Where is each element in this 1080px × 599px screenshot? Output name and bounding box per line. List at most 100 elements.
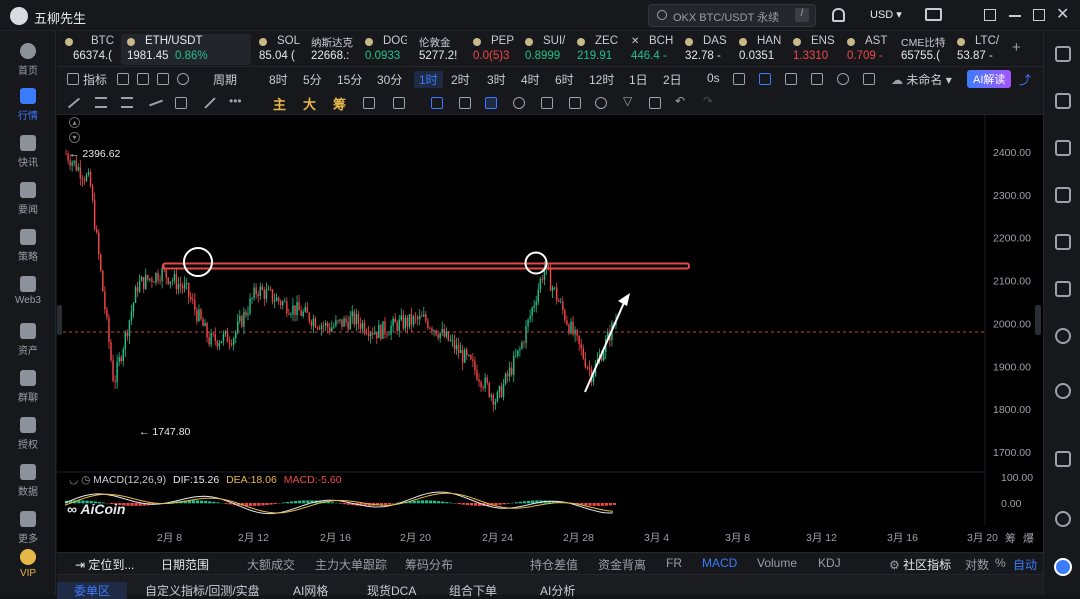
lock-icon[interactable] [541, 97, 553, 109]
hexagon-icon[interactable] [1055, 328, 1071, 344]
crop-tool-icon[interactable] [431, 97, 443, 109]
percent-scale-button[interactable]: % [995, 556, 1006, 570]
collapse-icon[interactable]: ▴ [69, 117, 80, 128]
pen-icon[interactable] [759, 73, 771, 85]
bell-icon[interactable] [832, 8, 845, 22]
chart-list-icon[interactable] [1055, 451, 1071, 467]
trash-icon[interactable] [649, 97, 661, 109]
grid-icon[interactable] [67, 73, 79, 85]
goto-button[interactable]: ⇥ 定位到... [75, 556, 134, 573]
interval-5m[interactable]: 5分 [303, 71, 322, 88]
headset-icon[interactable] [1055, 511, 1071, 527]
liq-corner-label[interactable]: 爆 [1023, 530, 1034, 546]
share-icon[interactable]: ⤴ [1019, 71, 1031, 88]
layout-icon[interactable] [157, 73, 169, 85]
close-icon[interactable]: ✕ [1056, 4, 1069, 24]
macd-toggle-icon[interactable]: ◡ ◷ [69, 474, 93, 486]
ticker-han[interactable]: HAN0.0351 [735, 34, 781, 65]
nav-vip[interactable]: VIP [0, 549, 56, 579]
multiline-tool-icon[interactable] [121, 97, 133, 108]
tab-ai-grid[interactable]: AI网格 [293, 582, 328, 599]
link-icon[interactable] [595, 97, 607, 109]
nav-web3[interactable]: Web3 [0, 276, 56, 306]
large-trades-button[interactable]: 大额成交 [247, 556, 295, 573]
currency-select[interactable]: USD ▾ [870, 8, 902, 21]
price-chart[interactable]: 2400.002300.002200.002100.002000.001900.… [57, 115, 1043, 552]
ticker-pepe[interactable]: PEP0.0(5)3 [469, 34, 515, 65]
ticker-gold[interactable]: 伦敦金5277.2! [415, 34, 461, 65]
bar-chart-icon[interactable] [117, 73, 129, 85]
close-small-icon[interactable]: ✕ [631, 36, 639, 47]
search-input[interactable]: OKX BTC/USDT 永续 / [648, 4, 816, 27]
fund-divergence-button[interactable]: 资金背离 [598, 556, 646, 573]
interval-3h[interactable]: 3时 [487, 71, 506, 88]
tab-ai-analysis[interactable]: AI分析 [540, 582, 575, 599]
interval-15m[interactable]: 15分 [337, 71, 362, 88]
period-select[interactable]: 周期 [213, 71, 237, 88]
eye-icon[interactable] [513, 97, 525, 109]
interval-6h[interactable]: 6时 [555, 71, 574, 88]
settings-icon[interactable] [837, 73, 849, 85]
minimize-icon[interactable] [1009, 15, 1021, 17]
chart-area[interactable]: 2400.002300.002200.002100.002000.001900.… [57, 115, 1043, 552]
rect-tool-icon[interactable] [175, 97, 187, 109]
interval-2d[interactable]: 2日 [663, 71, 682, 88]
more-tools-icon[interactable]: ••• [229, 94, 242, 108]
main-force-tracking-button[interactable]: 主力大单跟踪 [315, 556, 387, 573]
apps-icon[interactable] [1055, 46, 1071, 62]
tab-combo-order[interactable]: 组合下单 [449, 582, 497, 599]
ticker-ast[interactable]: AST0.709 - [843, 34, 889, 65]
ai-interpret-button[interactable]: AI解读 [967, 70, 1011, 88]
fullscreen-icon[interactable] [863, 73, 875, 85]
indicator-button[interactable]: 指标 [83, 71, 107, 88]
tab-spot-dca[interactable]: 现货DCA [367, 582, 416, 599]
left-handle[interactable] [57, 305, 62, 335]
tab-orders[interactable]: 委单区 [57, 582, 127, 599]
big-order-button[interactable]: 大 [303, 94, 316, 113]
auto-scale-button[interactable]: 自动 [1013, 556, 1037, 573]
add-ticker-icon[interactable]: + [1012, 39, 1021, 56]
clock-icon[interactable] [177, 73, 189, 85]
main-force-button[interactable]: 主 [273, 94, 286, 113]
nav-more[interactable]: 更多 [0, 511, 56, 545]
transfer-icon[interactable] [1055, 140, 1071, 156]
position-diff-button[interactable]: 持仓差值 [530, 556, 578, 573]
ticker-zec[interactable]: ZEC219.91 [573, 34, 621, 65]
macd-button[interactable]: MACD [702, 556, 737, 570]
community-indicator-button[interactable]: ⚙ 社区指标 [889, 556, 951, 573]
nav-assets[interactable]: 资产 [0, 323, 56, 357]
flag-icon[interactable] [1055, 281, 1071, 297]
ticker-cme[interactable]: CME比特65755.( [897, 34, 949, 65]
exchange-icon[interactable] [1055, 383, 1071, 399]
interval-12h[interactable]: 12时 [589, 71, 614, 88]
line-tool-icon[interactable] [68, 98, 80, 109]
interval-1d[interactable]: 1日 [629, 71, 648, 88]
nav-market[interactable]: 行情 [0, 88, 56, 122]
chip-distribution-button[interactable]: 筹码分布 [405, 556, 453, 573]
filter-icon[interactable]: ▽ [623, 94, 632, 108]
window-restore-icon[interactable] [984, 9, 996, 21]
camera-icon[interactable] [733, 73, 745, 85]
nav-chat[interactable]: 群聊 [0, 370, 56, 404]
tab-custom-indicator[interactable]: 自定义指标/回测/实盘 [145, 582, 260, 599]
redo-icon[interactable]: ↷ [703, 94, 713, 108]
bookmark-icon[interactable] [1055, 234, 1071, 250]
hide-icon[interactable] [569, 97, 581, 109]
calendar-icon[interactable] [1055, 187, 1071, 203]
nav-data[interactable]: 数据 [0, 464, 56, 498]
ruler-icon[interactable] [393, 97, 405, 109]
mail-icon[interactable] [925, 8, 942, 21]
nav-home[interactable]: 首页 [0, 43, 56, 77]
ticker-dash[interactable]: DAS32.78 - [681, 34, 729, 65]
layers-icon[interactable] [363, 97, 375, 109]
fr-button[interactable]: FR [666, 556, 682, 570]
interval-4h[interactable]: 4时 [521, 71, 540, 88]
ticker-ltc[interactable]: LTC/53.87 - [953, 34, 999, 65]
nav-auth[interactable]: 授权 [0, 417, 56, 451]
ticker-ens[interactable]: ENS1.3310 [789, 34, 835, 65]
ticker-nasdaq[interactable]: 纳斯达克22668.: [307, 34, 357, 65]
chips-button[interactable]: 筹 [333, 94, 346, 113]
nav-strategy[interactable]: 策略 [0, 229, 56, 263]
brush-tool-icon[interactable] [204, 97, 215, 108]
magnet-icon[interactable] [459, 97, 471, 109]
